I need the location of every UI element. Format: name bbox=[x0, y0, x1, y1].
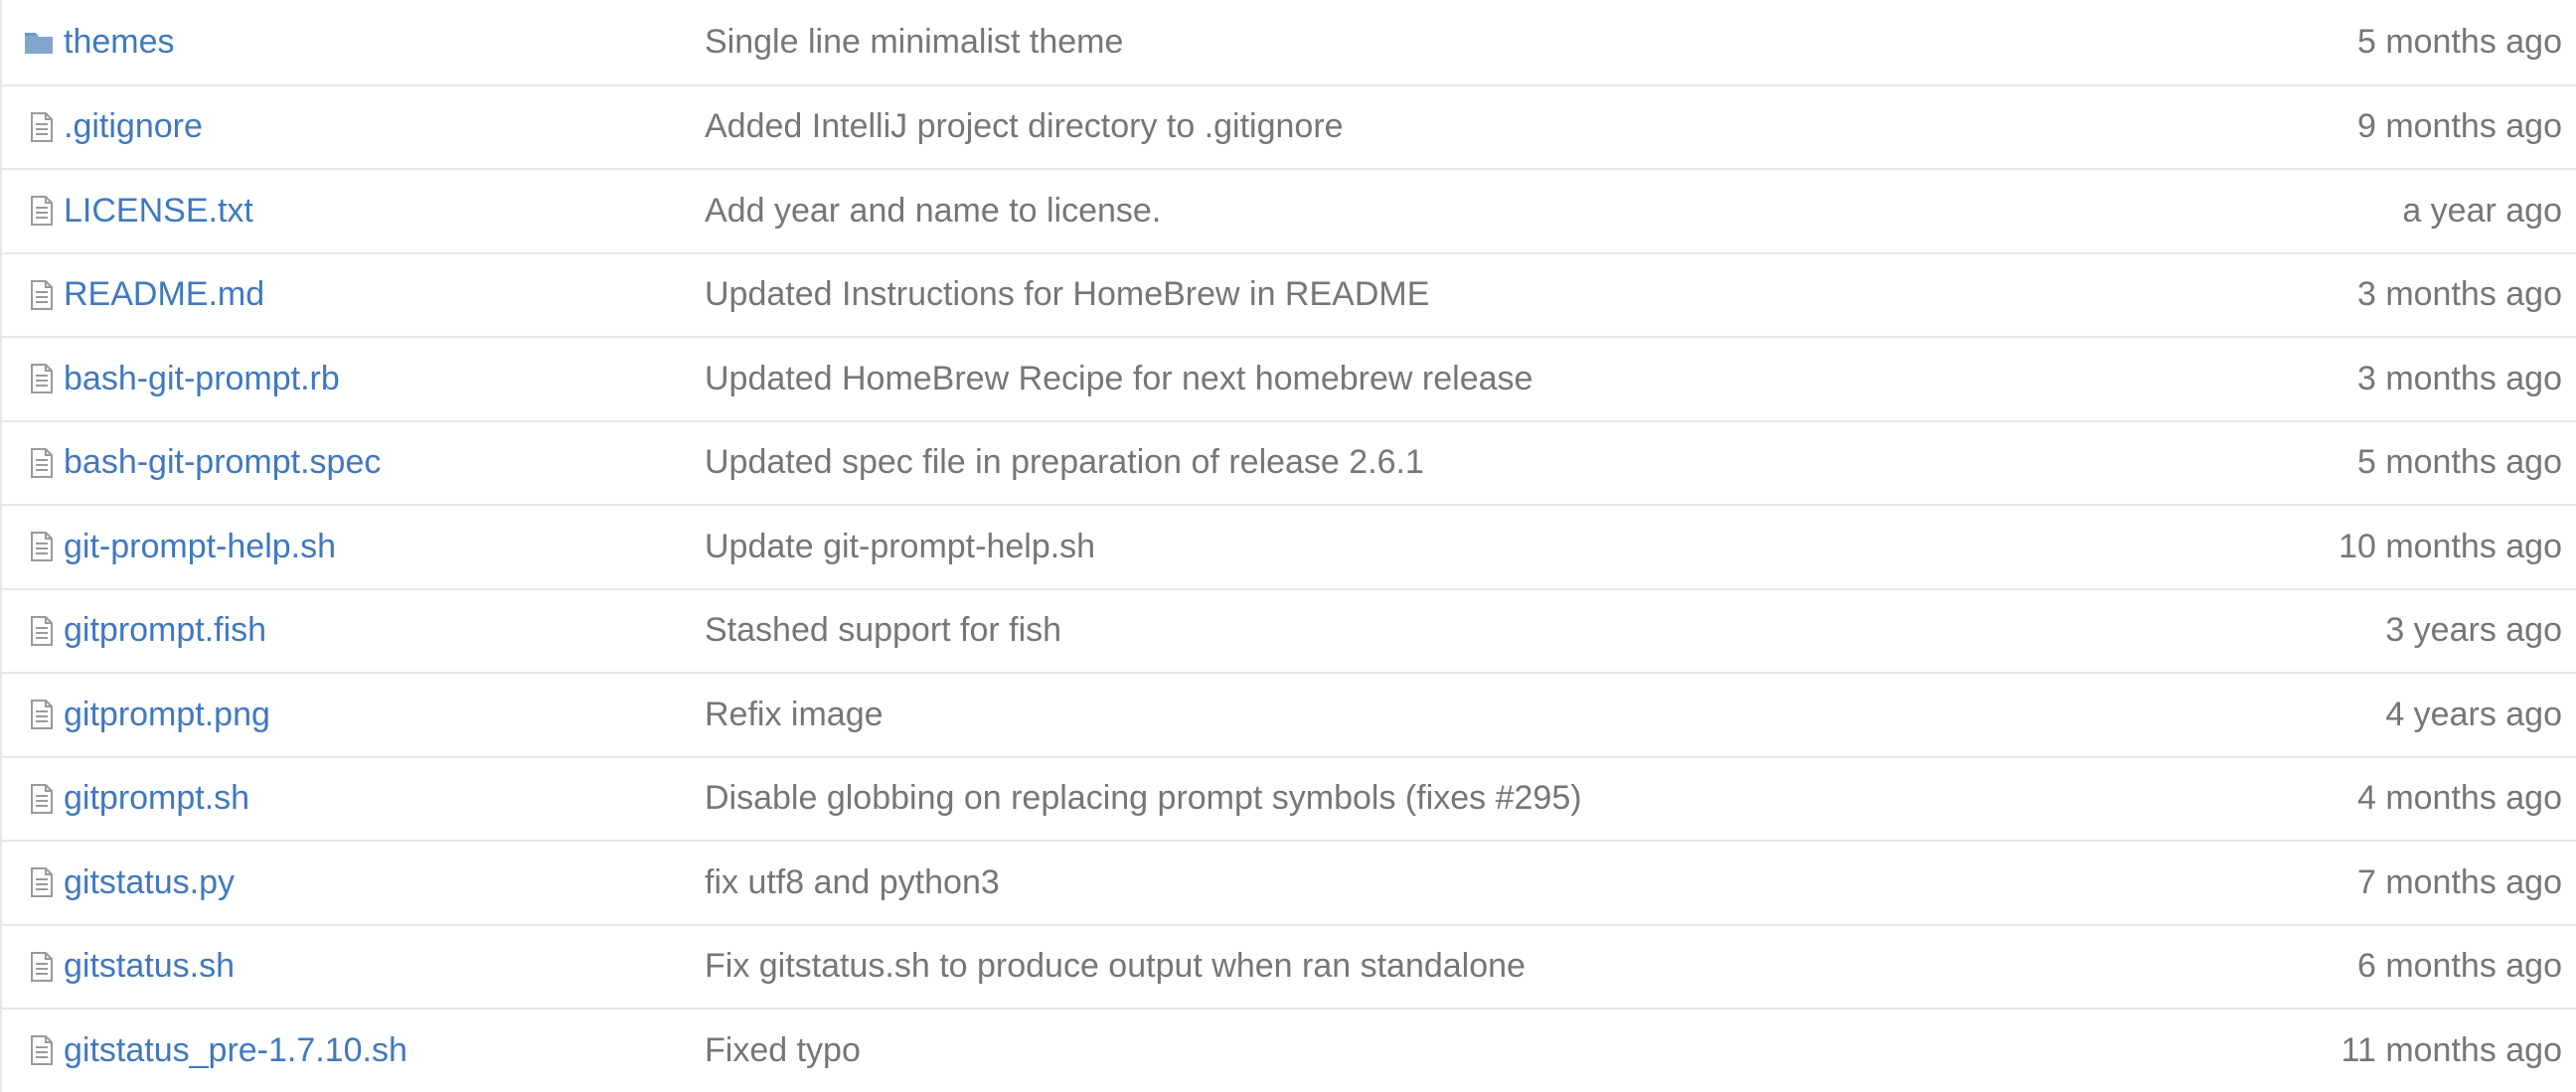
commit-age: 7 months ago bbox=[2356, 862, 2562, 901]
commit-age: 5 months ago bbox=[2356, 443, 2562, 482]
file-row: themes Single line minimalist theme 5 mo… bbox=[2, 0, 2576, 84]
file-icon bbox=[2, 700, 62, 730]
file-name-link[interactable]: gitprompt.png bbox=[64, 696, 270, 733]
commit-age: 3 years ago bbox=[2385, 611, 2562, 650]
file-row: bash-git-prompt.rb Updated HomeBrew Reci… bbox=[2, 336, 2576, 420]
commit-message-link[interactable]: Fix gitstatus.sh to produce output when … bbox=[705, 947, 1526, 985]
commit-age: 3 months ago bbox=[2356, 359, 2562, 397]
commit-age: 10 months ago bbox=[2338, 527, 2562, 565]
file-name-link[interactable]: .gitignore bbox=[64, 107, 203, 145]
folder-icon bbox=[2, 29, 62, 55]
commit-message-link[interactable]: Refix image bbox=[705, 696, 884, 733]
file-name-link[interactable]: gitprompt.sh bbox=[64, 779, 249, 817]
commit-message-link[interactable]: Fixed typo bbox=[705, 1031, 861, 1069]
commit-age: 6 months ago bbox=[2356, 947, 2562, 986]
commit-age: 11 months ago bbox=[2340, 1030, 2562, 1069]
file-row: .gitignore Added IntelliJ project direct… bbox=[2, 83, 2576, 169]
commit-message-link[interactable]: fix utf8 and python3 bbox=[705, 863, 1000, 901]
commit-message-link[interactable]: Disable globbing on replacing prompt sym… bbox=[705, 779, 1582, 817]
file-icon bbox=[2, 615, 62, 646]
file-row: README.md Updated Instructions for HomeB… bbox=[2, 251, 2576, 337]
file-icon bbox=[2, 532, 62, 562]
commit-message-link[interactable]: Stashed support for fish bbox=[705, 611, 1061, 649]
file-row: bash-git-prompt.spec Updated spec file i… bbox=[2, 419, 2576, 505]
file-icon bbox=[2, 111, 62, 142]
file-icon bbox=[2, 783, 62, 814]
file-row: gitstatus.py fix utf8 and python3 7 mont… bbox=[2, 840, 2576, 924]
file-row: gitstatus_pre-1.7.10.sh Fixed typo 11 mo… bbox=[2, 1008, 2576, 1092]
file-icon bbox=[2, 867, 62, 898]
commit-message-link[interactable]: Updated HomeBrew Recipe for next homebre… bbox=[705, 360, 1532, 397]
file-icon bbox=[2, 196, 62, 227]
file-icon bbox=[2, 447, 62, 478]
commit-age: 5 months ago bbox=[2356, 22, 2562, 61]
file-name-link[interactable]: README.md bbox=[64, 275, 264, 313]
commit-message-link[interactable]: Updated Instructions for HomeBrew in REA… bbox=[705, 275, 1429, 313]
file-list: themes Single line minimalist theme 5 mo… bbox=[0, 0, 2576, 1092]
commit-message-link[interactable]: Single line minimalist theme bbox=[705, 23, 1123, 61]
file-name-link[interactable]: LICENSE.txt bbox=[64, 192, 253, 230]
commit-age: 9 months ago bbox=[2356, 107, 2562, 146]
commit-age: 3 months ago bbox=[2356, 275, 2562, 314]
commit-message-link[interactable]: Added IntelliJ project directory to .git… bbox=[705, 107, 1344, 145]
file-row: gitprompt.fish Stashed support for fish … bbox=[2, 587, 2576, 673]
file-name-link[interactable]: bash-git-prompt.spec bbox=[64, 443, 381, 481]
file-icon bbox=[2, 279, 62, 310]
commit-message-link[interactable]: Update git-prompt-help.sh bbox=[705, 528, 1095, 565]
file-row: gitprompt.sh Disable globbing on replaci… bbox=[2, 755, 2576, 841]
file-row: gitprompt.png Refix image 4 years ago bbox=[2, 672, 2576, 756]
file-name-link[interactable]: gitstatus_pre-1.7.10.sh bbox=[64, 1031, 407, 1069]
file-icon bbox=[2, 951, 62, 982]
file-icon bbox=[2, 364, 62, 394]
file-icon bbox=[2, 1035, 62, 1066]
file-name-link[interactable]: bash-git-prompt.rb bbox=[64, 360, 340, 397]
file-name-link[interactable]: gitprompt.fish bbox=[64, 611, 266, 649]
file-name-link[interactable]: themes bbox=[64, 23, 175, 61]
file-name-link[interactable]: gitstatus.py bbox=[64, 863, 235, 901]
commit-message-link[interactable]: Updated spec file in preparation of rele… bbox=[705, 443, 1424, 481]
file-row: git-prompt-help.sh Update git-prompt-hel… bbox=[2, 504, 2576, 588]
commit-age: 4 months ago bbox=[2356, 779, 2562, 818]
file-row: gitstatus.sh Fix gitstatus.sh to produce… bbox=[2, 923, 2576, 1009]
commit-age: 4 years ago bbox=[2385, 695, 2562, 733]
commit-age: a year ago bbox=[2402, 191, 2562, 230]
file-row: LICENSE.txt Add year and name to license… bbox=[2, 168, 2576, 252]
file-name-link[interactable]: git-prompt-help.sh bbox=[64, 528, 336, 565]
file-name-link[interactable]: gitstatus.sh bbox=[64, 947, 235, 985]
commit-message-link[interactable]: Add year and name to license. bbox=[705, 192, 1161, 230]
